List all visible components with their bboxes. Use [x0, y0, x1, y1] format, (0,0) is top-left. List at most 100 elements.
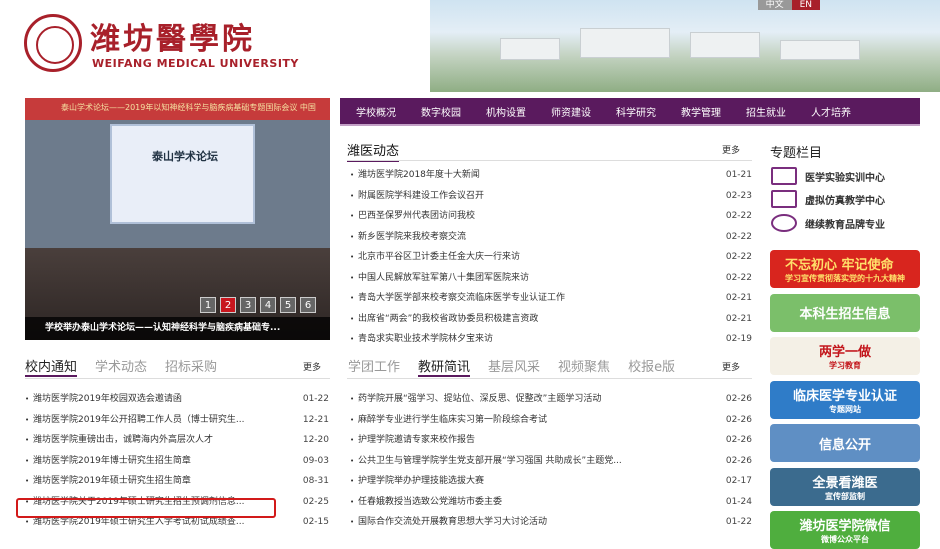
banner-text-wrap: 本科生招生信息 — [799, 303, 890, 322]
news-item[interactable]: 青岛大学医学部来校考察交流临床医学专业认证工作 02-21 — [350, 288, 752, 309]
news-item-title[interactable]: 青岛大学医学部来校考察交流临床医学专业认证工作 — [358, 288, 698, 309]
news-item-title[interactable]: 潍坊医学院2019年校园双选会邀请函 — [33, 389, 295, 410]
news-item[interactable]: 潍坊医学院2019年硕士研究生招生简章 08-31 — [25, 471, 329, 492]
nav-item[interactable]: 机构设置 — [486, 104, 526, 119]
banner-text-wrap: 不忘初心 牢记使命 学习宣传贯彻落实党的十九大精神 — [785, 254, 905, 284]
news-item-title[interactable]: 中国人民解放军驻军第八十集团军医院来访 — [358, 268, 698, 289]
news-item-title[interactable]: 潍坊医学院2019年硕士研究生招生简章 — [33, 471, 295, 492]
news-item[interactable]: 药学院开展“强学习、提站位、深反思、促整改”主题学习活动 02-26 — [350, 389, 752, 410]
logo-chinese-name[interactable]: 潍坊醫學院 — [90, 14, 255, 58]
banner-title: 两学一做 — [818, 345, 871, 360]
news-item[interactable]: 国际合作交流处开展教育思想大学习大讨论活动 01-22 — [350, 512, 752, 533]
news-item[interactable]: 潍坊医学院2019年公开招聘工作人员（博士研究生... 12-21 — [25, 410, 329, 431]
nav-item[interactable]: 学校概况 — [356, 104, 396, 119]
slide-page-button[interactable]: 2 — [220, 297, 236, 313]
nav-item[interactable]: 人才培养 — [811, 104, 851, 119]
news-item-date: 02-17 — [725, 476, 752, 486]
site-header: 潍坊醫學院 WEIFANG MEDICAL UNIVERSITY 中文 EN — [0, 0, 940, 92]
news-item-title[interactable]: 出席省“两会”的我校省政协委员积极建言资政 — [358, 309, 698, 330]
special-item-link[interactable]: 虚拟仿真教学中心 — [771, 189, 885, 209]
nav-item[interactable]: 招生就业 — [746, 104, 786, 119]
nav-item[interactable]: 师资建设 — [551, 104, 591, 119]
news-item-title[interactable]: 公共卫生与管理学院学生党支部开展“学习强国 共助成长”主题党... — [358, 451, 698, 472]
section-tab[interactable]: 教研简讯 — [418, 356, 471, 377]
nav-item[interactable]: 数字校园 — [421, 104, 461, 119]
nav-item[interactable]: 科学研究 — [616, 104, 656, 119]
special-banner[interactable]: 不忘初心 牢记使命 学习宣传贯彻落实党的十九大精神 — [770, 250, 920, 288]
news-item[interactable]: 护理学院邀请专家来校作报告 02-26 — [350, 430, 752, 451]
news-item[interactable]: 麻醉学专业进行学生临床实习第一阶段综合考试 02-26 — [350, 410, 752, 431]
special-item-link[interactable]: 继续教育品牌专业 — [771, 213, 885, 233]
slide-page-button[interactable]: 6 — [300, 297, 316, 313]
news-item[interactable]: 任春娥教授当选致公党潍坊市委主委 01-24 — [350, 492, 752, 513]
news-item[interactable]: 新乡医学院来我校考察交流 02-22 — [350, 227, 752, 248]
special-item-link[interactable]: 医学实验实训中心 — [771, 166, 885, 186]
special-banner[interactable]: 潍坊医学院微信 微博公众平台 — [770, 511, 920, 549]
news-item[interactable]: 中国人民解放军驻军第八十集团军医院来访 02-22 — [350, 268, 752, 289]
news-item[interactable]: 附属医院学科建设工作会议召开 02-23 — [350, 186, 752, 207]
section-tab[interactable]: 校内通知 — [25, 356, 78, 377]
section-tab[interactable]: 校报e版 — [628, 356, 675, 377]
section-tab[interactable]: 基层风采 — [488, 356, 540, 377]
news-item-title[interactable]: 附属医院学科建设工作会议召开 — [358, 186, 698, 207]
special-banner[interactable]: 临床医学专业认证 专题网站 — [770, 380, 920, 419]
news-item[interactable]: 潍坊医学院2019年校园双选会邀请函 01-22 — [25, 389, 329, 410]
university-emblem-icon[interactable] — [24, 14, 82, 72]
news-section-title[interactable]: 潍医动态 — [347, 140, 400, 162]
news-item[interactable]: 巴西圣保罗州代表团访问我校 02-22 — [350, 206, 752, 227]
notice-more-link[interactable]: 更多 — [303, 360, 321, 373]
banner-text-wrap: 潍坊医学院微信 微博公众平台 — [799, 515, 890, 545]
news-item-date: 02-22 — [725, 272, 752, 283]
news-item-date: 02-26 — [725, 414, 752, 425]
logo-english-name[interactable]: WEIFANG MEDICAL UNIVERSITY — [92, 57, 299, 70]
divider — [347, 378, 752, 379]
news-item-title[interactable]: 北京市平谷区卫计委主任金大庆一行来访 — [358, 247, 698, 268]
news-item[interactable]: 北京市平谷区卫计委主任金大庆一行来访 02-22 — [350, 247, 752, 268]
section-tab[interactable]: 学术动态 — [95, 356, 147, 377]
news-item[interactable]: 潍坊医学院重磅出击，诚聘海内外高层次人才 12-20 — [25, 430, 329, 451]
news-item-title[interactable]: 护理学院举办护理技能选拔大赛 — [358, 471, 698, 492]
news-slider[interactable]: 泰山学术论坛——2019年以知神经科学与脑疾病基础专题国际会议 中国 泰山学术论… — [25, 98, 330, 340]
special-banner[interactable]: 全景看潍医 宣传部监制 — [770, 467, 920, 506]
slide-page-button[interactable]: 5 — [280, 297, 296, 313]
news-item[interactable]: 出席省“两会”的我校省政协委员积极建言资政 02-21 — [350, 309, 752, 330]
news-item-date: 02-26 — [725, 455, 752, 466]
banner-text-wrap: 临床医学专业认证 专题网站 — [793, 385, 897, 415]
special-banner[interactable]: 信息公开 — [770, 424, 920, 462]
news-item-title[interactable]: 潍坊医学院2018年度十大新闻 — [358, 165, 698, 186]
lang-english-link[interactable]: EN — [791, 0, 820, 10]
slide-caption[interactable]: 学校举办泰山学术论坛——认知神经科学与脑疾病基础专... — [25, 317, 330, 340]
research-more-link[interactable]: 更多 — [722, 360, 740, 373]
news-item[interactable]: 青岛求实职业技术学院林夕宝来访 02-19 — [350, 329, 752, 350]
building-icon — [771, 167, 797, 185]
section-tab[interactable]: 招标采购 — [165, 356, 217, 377]
news-item[interactable]: 公共卫生与管理学院学生党支部开展“学习强国 共助成长”主题党... 02-26 — [350, 451, 752, 472]
news-item[interactable]: 潍坊医学院2018年度十大新闻 01-21 — [350, 165, 752, 186]
news-item-title[interactable]: 潍坊医学院2019年公开招聘工作人员（博士研究生... — [33, 410, 295, 431]
banner-text-wrap: 信息公开 — [819, 434, 871, 453]
news-item-title[interactable]: 麻醉学专业进行学生临床实习第一阶段综合考试 — [358, 410, 698, 431]
news-item[interactable]: 护理学院举办护理技能选拔大赛 02-17 — [350, 471, 752, 492]
slide-page-button[interactable]: 1 — [200, 297, 216, 313]
lang-chinese-link[interactable]: 中文 — [757, 0, 792, 10]
news-item[interactable]: 潍坊医学院2019年博士研究生招生简章 09-03 — [25, 451, 329, 472]
banner-subtitle: 宣传部监制 — [824, 491, 865, 501]
news-item-date: 02-23 — [725, 190, 752, 201]
slide-page-button[interactable]: 4 — [260, 297, 276, 313]
news-more-link[interactable]: 更多 — [722, 143, 740, 156]
section-tab[interactable]: 学团工作 — [348, 356, 400, 377]
news-item-title[interactable]: 潍坊医学院重磅出击，诚聘海内外高层次人才 — [33, 430, 295, 451]
section-tab[interactable]: 视频聚焦 — [558, 356, 610, 377]
news-item-title[interactable]: 任春娥教授当选致公党潍坊市委主委 — [358, 492, 698, 513]
nav-item[interactable]: 教学管理 — [681, 104, 721, 119]
news-item-title[interactable]: 青岛求实职业技术学院林夕宝来访 — [358, 329, 698, 350]
special-banner[interactable]: 本科生招生信息 — [770, 293, 920, 332]
news-item-title[interactable]: 护理学院邀请专家来校作报告 — [358, 430, 698, 451]
news-item-title[interactable]: 巴西圣保罗州代表团访问我校 — [358, 206, 698, 227]
slide-page-button[interactable]: 3 — [240, 297, 256, 313]
news-item-title[interactable]: 药学院开展“强学习、提站位、深反思、促整改”主题学习活动 — [358, 389, 698, 410]
special-banner[interactable]: 两学一做 学习教育 — [770, 337, 920, 375]
news-item-title[interactable]: 新乡医学院来我校考察交流 — [358, 227, 698, 248]
news-item-title[interactable]: 潍坊医学院2019年博士研究生招生简章 — [33, 451, 295, 472]
news-item-title[interactable]: 国际合作交流处开展教育思想大学习大讨论活动 — [358, 512, 698, 533]
